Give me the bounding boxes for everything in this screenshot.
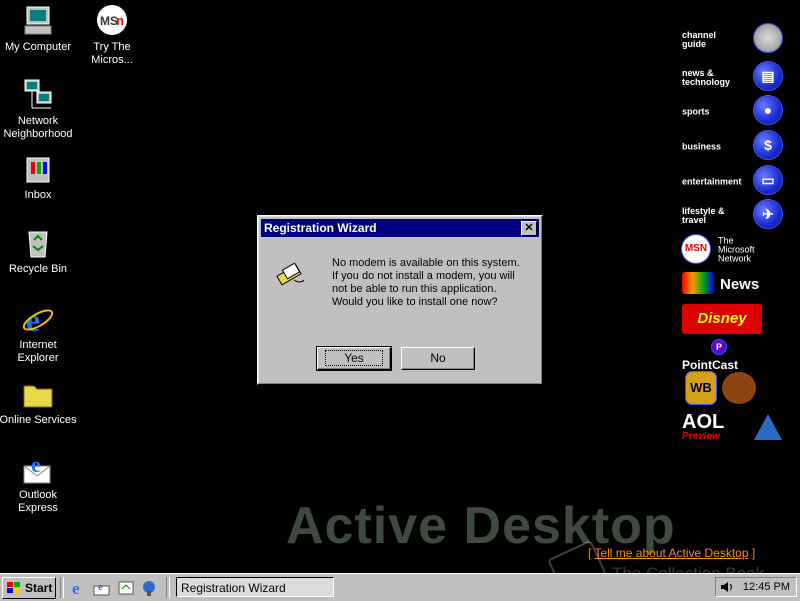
windows-logo-icon	[7, 582, 20, 593]
msn-icon: MS n	[95, 4, 129, 38]
inbox-icon	[21, 152, 55, 186]
taskbar-separator	[60, 577, 64, 598]
desktop-icon-label: Network Neighborhood	[3, 115, 73, 140]
magnifier-icon	[754, 24, 782, 52]
tv-icon: ▭	[754, 166, 782, 194]
aol-triangle-icon	[754, 414, 782, 440]
channel-label: News	[720, 276, 760, 293]
peacock-icon	[682, 272, 714, 294]
channel-disney[interactable]: Disney	[682, 304, 782, 334]
wb-shield-icon: WB	[686, 372, 716, 404]
dollar-icon: $	[754, 131, 782, 159]
yes-button-label: Yes	[325, 350, 383, 366]
internet-explorer-icon: e	[21, 302, 55, 338]
svg-text:e: e	[31, 452, 41, 477]
desktop-icon-label: Outlook Express	[18, 489, 58, 514]
msn-icon: MSN	[682, 235, 710, 263]
clock[interactable]: 12:45 PM	[743, 578, 790, 596]
quicklaunch-channels-icon[interactable]	[140, 579, 158, 596]
channel-business[interactable]: business $	[682, 131, 782, 163]
dialog-titlebar[interactable]: Registration Wizard ✕	[261, 219, 539, 237]
channel-sports[interactable]: sports ●	[682, 96, 782, 128]
link-bracket-close: ]	[748, 546, 756, 560]
close-button[interactable]: ✕	[521, 221, 537, 236]
desktop-icon-label: Internet Explorer	[17, 339, 59, 364]
desktop-icon-label: Recycle Bin	[8, 263, 68, 275]
my-computer-icon	[21, 4, 55, 38]
channel-guide[interactable]: channel guide	[682, 24, 782, 56]
svg-text:n: n	[116, 13, 124, 28]
channel-pointcast[interactable]: P PointCast	[682, 340, 782, 372]
channel-entertainment[interactable]: entertainment ▭	[682, 166, 782, 198]
channel-sublabel: Preview	[682, 431, 720, 442]
desktop-icon-network-neighborhood[interactable]: Network Neighborhood	[0, 78, 78, 141]
channel-label: lifestyle & travel	[682, 206, 725, 225]
speaker-icon[interactable]	[720, 581, 734, 593]
modem-icon	[274, 256, 308, 290]
desktop-icon-online-services[interactable]: Online Services	[0, 377, 78, 427]
channel-label: channel guide	[682, 30, 717, 49]
desktop-icon-label: Inbox	[24, 189, 52, 201]
airplane-icon: ✈	[754, 200, 782, 228]
network-neighborhood-icon	[21, 78, 55, 112]
no-button[interactable]: No	[401, 347, 475, 370]
channel-label: entertainment	[682, 176, 742, 187]
channel-label: PointCast	[682, 358, 739, 372]
svg-text:e: e	[72, 579, 80, 596]
system-tray: 12:45 PM	[715, 577, 797, 597]
disney-logo-icon: Disney	[682, 304, 762, 334]
channel-label: news & technology	[682, 68, 731, 87]
desktop-icon-msn[interactable]: MS n Try The Micros...	[72, 4, 152, 67]
pointcast-icon: P	[712, 340, 726, 354]
channel-label: sports	[682, 106, 710, 117]
newspaper-icon: ▤	[754, 62, 782, 90]
dialog-title: Registration Wizard	[264, 221, 377, 235]
desktop-icon-my-computer[interactable]: My Computer	[0, 4, 78, 54]
desktop-icon-label: Try The Micros...	[91, 41, 133, 66]
active-desktop-link[interactable]: [ Tell me about Active Desktop ]	[588, 546, 755, 560]
channel-msnbc-news[interactable]: News	[682, 272, 782, 298]
yes-button[interactable]: Yes	[316, 346, 392, 371]
quicklaunch-outlook-icon[interactable]: e	[93, 579, 111, 596]
channel-label: The Microsoft Network	[718, 235, 755, 264]
recycle-bin-icon	[21, 226, 55, 260]
registration-wizard-dialog: Registration Wizard ✕ No modem is availa…	[257, 215, 543, 385]
quicklaunch-ie-icon[interactable]: e	[70, 579, 88, 598]
folder-icon	[21, 377, 55, 411]
channel-news-technology[interactable]: news & technology ▤	[682, 62, 782, 94]
desktop-icon-outlook-express[interactable]: e Outlook Express	[0, 452, 78, 515]
desktop-icon-label: Online Services	[0, 414, 77, 426]
channel-warner-bros[interactable]: WB	[682, 372, 782, 406]
channel-aol-preview[interactable]: AOL Preview	[682, 410, 782, 442]
svg-text:e: e	[98, 581, 103, 593]
channel-lifestyle-travel[interactable]: lifestyle & travel ✈	[682, 200, 782, 232]
desktop-icon-recycle-bin[interactable]: Recycle Bin	[0, 226, 78, 276]
taskbar-button-registration-wizard[interactable]: Registration Wizard	[176, 577, 334, 597]
desktop-icon-label: My Computer	[4, 41, 72, 53]
channel-label: AOL	[682, 411, 725, 433]
outlook-express-icon: e	[21, 452, 55, 486]
quicklaunch-show-desktop-icon[interactable]	[117, 579, 135, 596]
taskbar-separator	[166, 577, 170, 598]
link-text: Tell me about Active Desktop	[594, 546, 749, 560]
dialog-message: No modem is available on this system. If…	[332, 257, 520, 308]
channel-label: business	[682, 141, 722, 152]
start-label: Start	[25, 581, 53, 595]
desktop-icon-inbox[interactable]: Inbox	[0, 152, 78, 202]
taskbar: Start e e Registration Wizard 12:45 PM	[0, 573, 800, 601]
taz-icon	[722, 372, 756, 404]
start-button[interactable]: Start	[2, 577, 56, 599]
desktop-icon-internet-explorer[interactable]: e Internet Explorer	[0, 302, 78, 365]
soccer-ball-icon: ●	[754, 96, 782, 124]
channel-msn[interactable]: MSN The Microsoft Network	[682, 235, 782, 265]
